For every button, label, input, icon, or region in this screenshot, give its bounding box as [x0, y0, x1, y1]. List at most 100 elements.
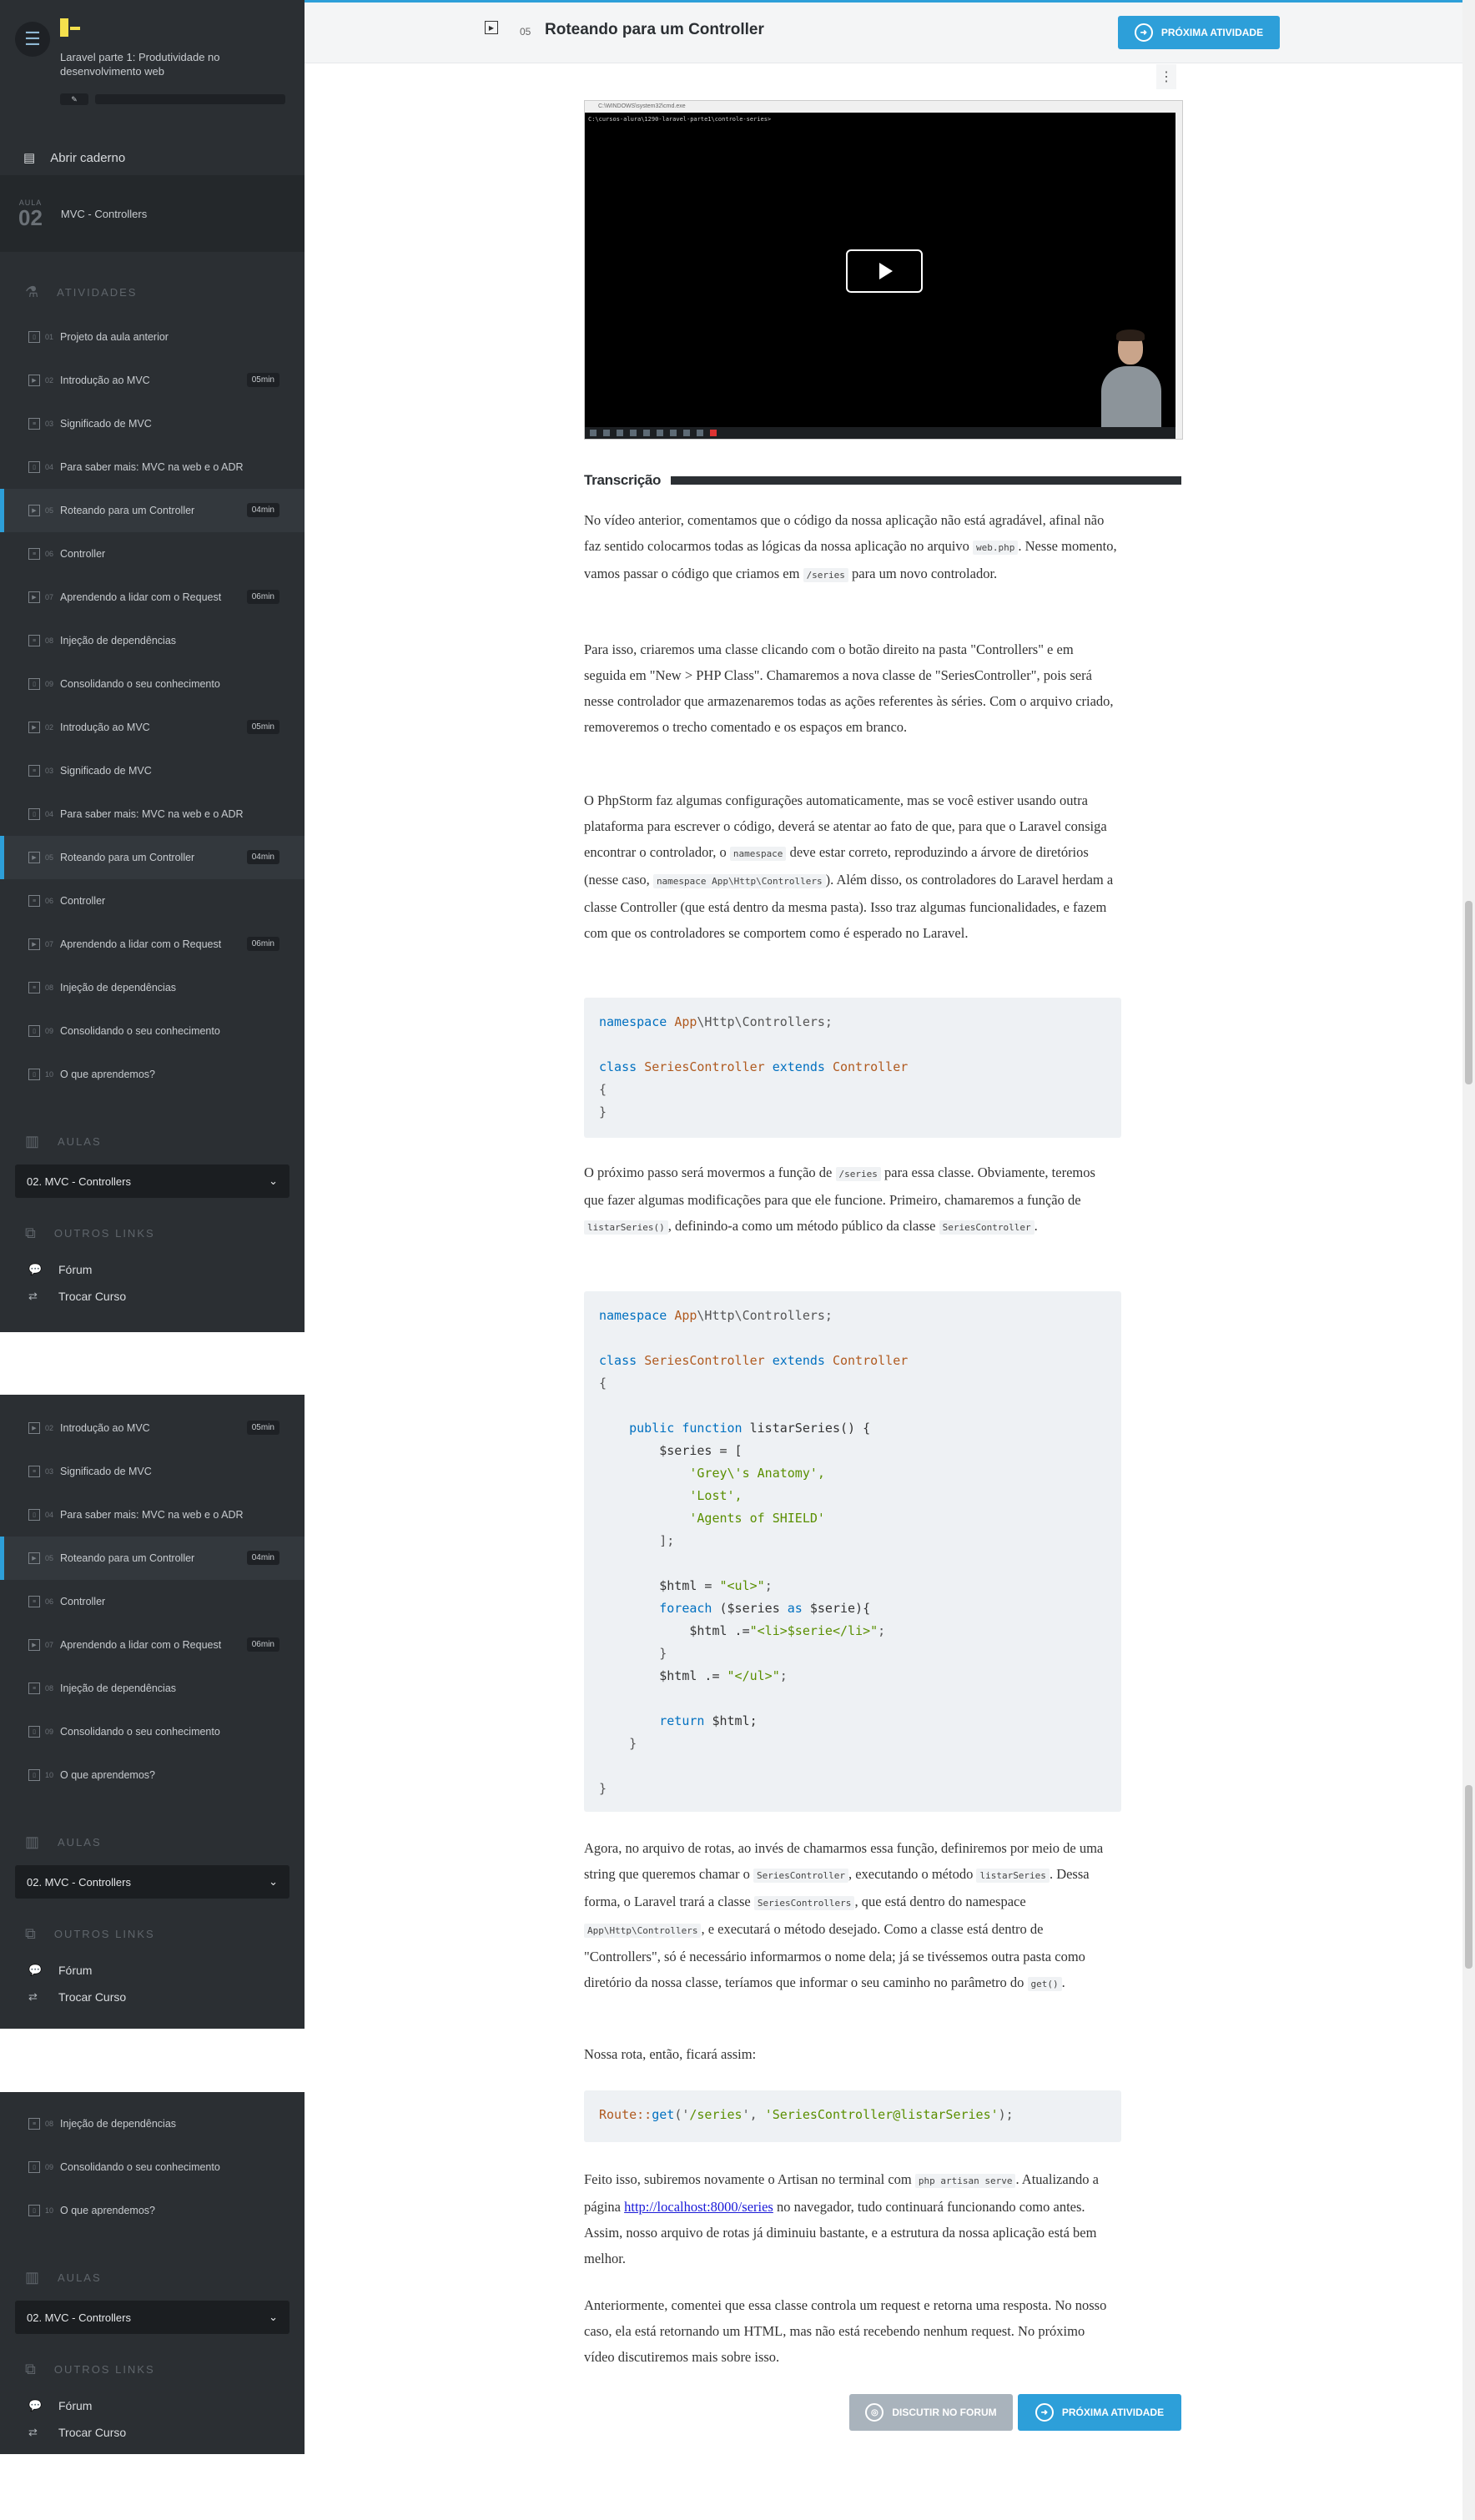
- aulas-title: AULAS: [58, 1835, 102, 1849]
- sidebar-activity-item[interactable]: ▯ 09 Consolidando o seu conhecimento: [0, 2145, 305, 2189]
- paragraph-1: No vídeo anterior, comentamos que o códi…: [584, 512, 1117, 582]
- activity-label: Consolidando o seu conhecimento: [60, 1025, 220, 1037]
- book-icon: ▯: [28, 2205, 40, 2216]
- list-icon: ≡: [28, 1466, 40, 1477]
- next-activity-button-bottom[interactable]: ➜ PRÓXIMA ATIVIDADE: [1018, 2394, 1181, 2431]
- aulas-selected: 02. MVC - Controllers: [27, 1174, 131, 1188]
- sidebar-activity-item[interactable]: ▯ 04 Para saber mais: MVC na web e o ADR: [0, 1493, 305, 1537]
- localhost-link[interactable]: http://localhost:8000/series: [624, 2199, 773, 2215]
- scrollbar-thumb[interactable]: [1465, 901, 1472, 1084]
- sidebar-activity-item[interactable]: ▶ 07 Aprendendo a lidar com o Request 06min: [0, 576, 305, 619]
- video-player[interactable]: C:\WINDOWS\system32\cmd.exe C:\cursos-al…: [584, 100, 1183, 440]
- aulas-heading: ▥ AULAS: [0, 2254, 305, 2301]
- progress-bar: [95, 94, 285, 104]
- scrollbar-thumb[interactable]: [1465, 1785, 1472, 1969]
- sidebar-activity-item[interactable]: ≡ 03 Significado de MVC: [0, 402, 305, 445]
- inline-code: php artisan serve: [914, 2174, 1016, 2188]
- list-icon: ≡: [28, 1683, 40, 1694]
- list-icon: ≡: [28, 765, 40, 777]
- aulas-title: AULAS: [58, 1134, 102, 1148]
- chevron-down-icon: ⌄: [269, 2311, 278, 2323]
- next-activity-button[interactable]: ➜ PRÓXIMA ATIVIDADE: [1118, 16, 1280, 49]
- next-activity-label: PRÓXIMA ATIVIDADE: [1061, 2407, 1165, 2418]
- discuss-forum-button[interactable]: ◎ DISCUTIR NO FORUM: [849, 2394, 1013, 2431]
- duration-badge: 05min: [246, 1421, 279, 1435]
- aulas-heading: ▥ AULAS: [0, 1118, 305, 1164]
- sidebar-activity-item[interactable]: ▶ 02 Introdução ao MVC 05min: [0, 359, 305, 402]
- sidebar-activity-item[interactable]: ≡ 03 Significado de MVC: [0, 1450, 305, 1493]
- list-icon: ≡: [28, 895, 40, 907]
- open-notebook-label: Abrir caderno: [50, 150, 126, 165]
- sidebar-activity-item[interactable]: ▯ 01 Projeto da aula anterior: [0, 315, 305, 359]
- swap-icon: ⇄: [28, 1990, 38, 2003]
- activity-list: ▶ 02 Introdução ao MVC 05min ≡ 03 Significado …: [0, 1406, 305, 1797]
- sidebar-activity-item[interactable]: ≡ 08 Injeção de dependências: [0, 1667, 305, 1710]
- sidebar-activity-item[interactable]: ▶ 05 Roteando para um Controller 04min: [0, 1537, 305, 1580]
- more-options-icon[interactable]: ⋮: [1156, 64, 1176, 89]
- sidebar-activity-item[interactable]: ≡ 06 Controller: [0, 1580, 305, 1623]
- list-icon: ≡: [28, 418, 40, 430]
- activity-number: 07: [45, 1641, 54, 1649]
- sidebar-activity-item[interactable]: ≡ 06 Controller: [0, 532, 305, 576]
- sidebar-activity-item[interactable]: ≡ 06 Controller: [0, 879, 305, 923]
- sidebar-activity-item[interactable]: ▶ 02 Introdução ao MVC 05min: [0, 1406, 305, 1450]
- activity-number: 08: [45, 636, 54, 645]
- page-scrollbar[interactable]: [1462, 0, 1475, 2520]
- activity-number: 09: [45, 680, 54, 688]
- sidebar-activity-item[interactable]: ≡ 08 Injeção de dependências: [0, 2102, 305, 2145]
- change-course-link[interactable]: ⇄ Trocar Curso: [0, 1283, 305, 1310]
- book-icon: ▯: [28, 1726, 40, 1738]
- activity-label: Injeção de dependências: [60, 635, 177, 646]
- aulas-selected: 02. MVC - Controllers: [27, 1875, 131, 1889]
- chat-icon: 💬: [28, 1964, 43, 1976]
- sidebar-activity-item[interactable]: ▶ 05 Roteando para um Controller 04min: [0, 836, 305, 879]
- sidebar-activity-item[interactable]: ▶ 02 Introdução ao MVC 05min: [0, 706, 305, 749]
- duration-badge: 05min: [246, 720, 279, 734]
- forum-link[interactable]: 💬 Fórum: [0, 1256, 305, 1283]
- inline-code: listarSeries(): [584, 1220, 668, 1235]
- sidebar-activity-item[interactable]: ▯ 10 O que aprendemos?: [0, 1053, 305, 1096]
- activity-label: Significado de MVC: [60, 765, 152, 777]
- sidebar-activity-item[interactable]: ▯ 09 Consolidando o seu conhecimento: [0, 1009, 305, 1053]
- chevron-down-icon: ⌄: [269, 1875, 278, 1888]
- forum-link[interactable]: 💬 Fórum: [0, 1957, 305, 1984]
- sidebar-activity-item[interactable]: ▶ 07 Aprendendo a lidar com o Request 06min: [0, 1623, 305, 1667]
- sidebar-activity-item[interactable]: ≡ 03 Significado de MVC: [0, 749, 305, 792]
- inline-code: get(): [1027, 1977, 1062, 1991]
- book-icon: ▯: [28, 331, 40, 343]
- course-title[interactable]: Laravel parte 1: Produtividade no desenv…: [60, 50, 252, 78]
- activity-label: Controller: [60, 1596, 106, 1607]
- sidebar-activity-item[interactable]: ▯ 09 Consolidando o seu conhecimento: [0, 1710, 305, 1753]
- sidebar-activity-item[interactable]: ▯ 04 Para saber mais: MVC na web e o ADR: [0, 445, 305, 489]
- sidebar-activity-item[interactable]: ▯ 10 O que aprendemos?: [0, 2189, 305, 2232]
- book-icon: ▯: [28, 1769, 40, 1781]
- aulas-select[interactable]: 02. MVC - Controllers ⌄: [15, 2301, 289, 2334]
- forum-link[interactable]: 💬 Fórum: [0, 2392, 305, 2419]
- sidebar-activity-item[interactable]: ▶ 05 Roteando para um Controller 04min: [0, 489, 305, 532]
- links-heading: ⧉ OUTROS LINKS: [0, 1910, 305, 1957]
- aulas-select[interactable]: 02. MVC - Controllers ⌄: [15, 1164, 289, 1198]
- sidebar-activity-item[interactable]: ≡ 08 Injeção de dependências: [0, 619, 305, 662]
- list-icon: ≡: [28, 982, 40, 993]
- change-course-link[interactable]: ⇄ Trocar Curso: [0, 2419, 305, 2446]
- links-heading: ⧉ OUTROS LINKS: [0, 1210, 305, 1256]
- sidebar-activity-item[interactable]: ≡ 08 Injeção de dependências: [0, 966, 305, 1009]
- paragraph-7: Feito isso, subiremos novamente o Artisa…: [584, 2171, 1099, 2266]
- aulas-selected: 02. MVC - Controllers: [27, 2311, 131, 2324]
- change-course-link[interactable]: ⇄ Trocar Curso: [0, 1984, 305, 2010]
- activity-number: 06: [45, 1597, 54, 1606]
- sidebar-activity-item[interactable]: ▶ 07 Aprendendo a lidar com o Request 06min: [0, 923, 305, 966]
- sidebar-activity-item[interactable]: ▯ 04 Para saber mais: MVC na web e o ADR: [0, 792, 305, 836]
- activity-label: Controller: [60, 548, 106, 560]
- activity-number: 05: [45, 853, 54, 862]
- sidebar-activity-item[interactable]: ▯ 10 O que aprendemos?: [0, 1753, 305, 1797]
- lesson-number: AULA 02: [18, 199, 43, 229]
- sidebar-activity-item[interactable]: ▯ 09 Consolidando o seu conhecimento: [0, 662, 305, 706]
- change-course-label: Trocar Curso: [58, 1290, 127, 1303]
- open-notebook-link[interactable]: ▤ Abrir caderno: [23, 150, 126, 166]
- menu-toggle-button[interactable]: ☰: [15, 22, 50, 57]
- code-block-2: namespace App\Http\Controllers; class Se…: [584, 1291, 1121, 1812]
- activity-list: ≡ 08 Injeção de dependências ▯ 09 Consolidand…: [0, 2102, 305, 2232]
- play-button[interactable]: [846, 249, 923, 293]
- aulas-select[interactable]: 02. MVC - Controllers ⌄: [15, 1865, 289, 1899]
